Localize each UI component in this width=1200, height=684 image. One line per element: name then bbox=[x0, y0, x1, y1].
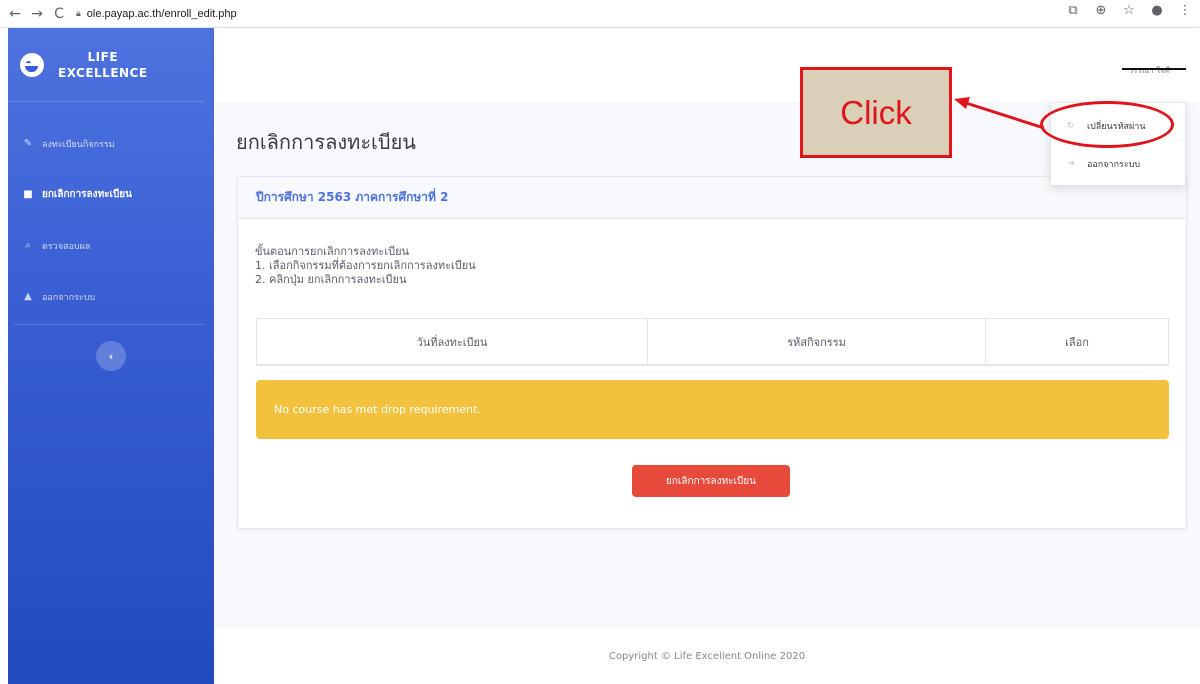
dropdown-item-label: ออกจากระบบ bbox=[1087, 160, 1141, 170]
warning-alert: No course has met drop requirement. bbox=[256, 380, 1169, 439]
pencil-icon: ✎ bbox=[23, 138, 33, 149]
footer: Copyright © Life Excellent Online 2020 bbox=[214, 628, 1200, 684]
lock-icon: ▲ bbox=[24, 291, 32, 302]
url-text: ole.payap.ac.th/enroll_edit.php bbox=[86, 7, 237, 20]
browser-toolbar: ← → C 🔒︎ ole.payap.ac.th/enroll_edit.php… bbox=[0, 0, 1200, 28]
user-name-link[interactable]: วรรณา ใจดี bbox=[1129, 64, 1170, 77]
sidebar-divider bbox=[14, 324, 204, 325]
search-icon: ⌕ bbox=[25, 240, 31, 251]
card-header: ปีการศึกษา 2563 ภาคการศึกษาที่ 2 bbox=[238, 177, 1186, 219]
topbar: วรรณา ใจดี bbox=[214, 28, 1200, 102]
sidebar-item-label: ลงทะเบียนกิจกรรม bbox=[42, 139, 115, 150]
lock-icon: 🔒︎ bbox=[76, 8, 81, 18]
table-header: วันที่ลงทะเบียน รหัสกิจกรรม เลือก bbox=[256, 318, 1169, 366]
forward-arrow-icon[interactable]: → bbox=[26, 3, 48, 25]
sidebar-item-check-results[interactable]: ⌕ ตรวจสอบผล bbox=[8, 220, 214, 271]
brand-line1: LIFE bbox=[87, 49, 119, 64]
sidebar-item-label: ตรวจสอบผล bbox=[42, 241, 91, 252]
sidebar-toggle-button[interactable]: ‹ bbox=[96, 341, 126, 371]
dropdown-item-logout[interactable]: ⇥ ออกจากระบบ bbox=[1051, 145, 1185, 183]
instructions: ขั้นตอนการยกเลิกการลงทะเบียน 1. เลือกกิจ… bbox=[255, 245, 476, 287]
sidebar-menu: ✎ ลงทะเบียนกิจกรรม ■ ยกเลิกการลงทะเบียน … bbox=[8, 102, 214, 371]
drop-registration-button[interactable]: ยกเลิกการลงทะเบียน bbox=[632, 465, 790, 497]
sidebar-item-drop[interactable]: ■ ยกเลิกการลงทะเบียน bbox=[8, 169, 214, 220]
sidebar-item-label: ยกเลิกการลงทะเบียน bbox=[42, 189, 132, 200]
brand[interactable]: LIFE EXCELLENCE bbox=[8, 28, 204, 102]
translate-icon[interactable]: ⧉ bbox=[1064, 3, 1082, 18]
instruction-step: 1. เลือกกิจกรรมที่ต้องการยกเลิกการลงทะเบ… bbox=[255, 259, 476, 272]
back-arrow-icon[interactable]: ← bbox=[4, 3, 26, 25]
instruction-step: 2. คลิกปุ่ม ยกเลิกการลงทะเบียน bbox=[255, 273, 407, 286]
zoom-icon[interactable]: ⊕ bbox=[1092, 3, 1110, 18]
account-icon[interactable]: ● bbox=[1148, 3, 1166, 18]
click-annotation: Click bbox=[800, 67, 952, 158]
redaction-line bbox=[1122, 68, 1186, 70]
annotation-arrow-icon bbox=[954, 97, 1045, 130]
drop-card: ปีการศึกษา 2563 ภาคการศึกษาที่ 2 ขั้นตอน… bbox=[237, 176, 1187, 529]
brand-line2: EXCELLENCE bbox=[58, 65, 148, 80]
column-header-select: เลือก bbox=[985, 319, 1169, 364]
sidebar-item-label: ออกจากระบบ bbox=[42, 292, 96, 303]
smiley-logo-icon bbox=[20, 52, 44, 77]
star-icon[interactable]: ☆ bbox=[1120, 3, 1138, 18]
page-title: ยกเลิกการลงทะเบียน bbox=[236, 130, 416, 154]
reload-icon[interactable]: C bbox=[48, 3, 70, 25]
column-header-date: วันที่ลงทะเบียน bbox=[256, 319, 647, 364]
sidebar-item-register[interactable]: ✎ ลงทะเบียนกิจกรรม bbox=[8, 118, 214, 169]
instructions-heading: ขั้นตอนการยกเลิกการลงทะเบียน bbox=[255, 245, 410, 258]
highlight-ellipse bbox=[1040, 101, 1174, 148]
sidebar-item-logout[interactable]: ▲ ออกจากระบบ bbox=[8, 271, 214, 322]
sidebar: LIFE EXCELLENCE ✎ ลงทะเบียนกิจกรรม ■ ยกเ… bbox=[8, 28, 214, 684]
column-header-activity-code: รหัสกิจกรรม bbox=[647, 319, 985, 364]
address-bar[interactable]: 🔒︎ ole.payap.ac.th/enroll_edit.php bbox=[76, 3, 237, 25]
copyright-text: Copyright © Life Excellent Online 2020 bbox=[608, 650, 806, 662]
trash-icon: ■ bbox=[23, 189, 33, 200]
signout-icon: ⇥ bbox=[1067, 159, 1075, 169]
menu-dots-icon[interactable]: ⋮ bbox=[1176, 3, 1194, 18]
